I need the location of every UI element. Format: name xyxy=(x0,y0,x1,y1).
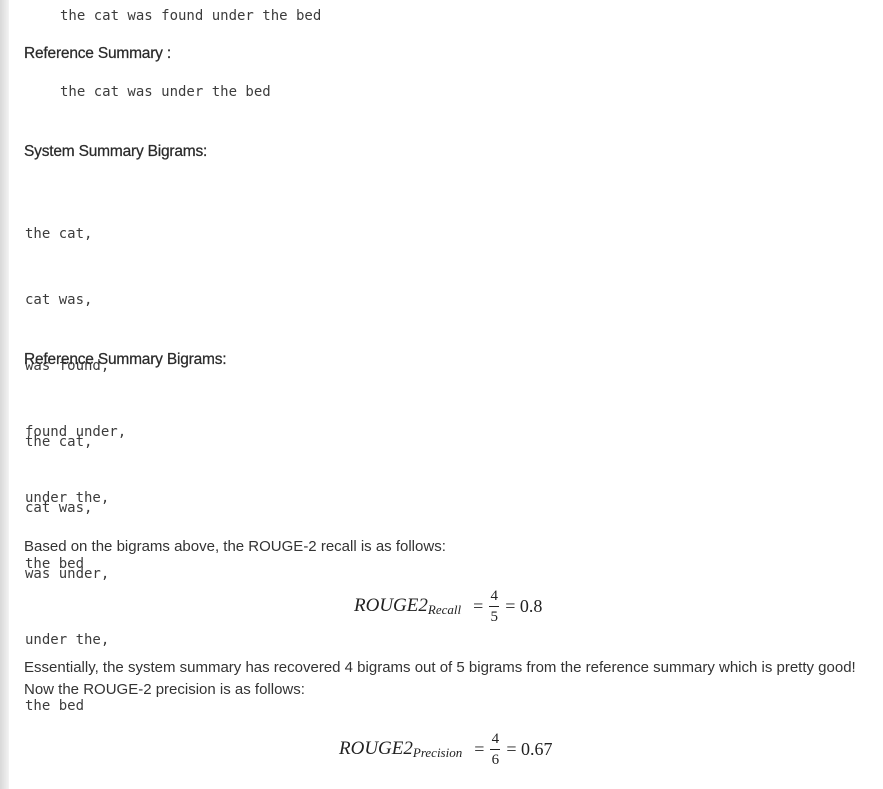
fraction-bar xyxy=(490,748,501,750)
list-item: the cat, xyxy=(25,226,93,242)
list-item: under the, xyxy=(25,632,110,648)
recall-intro-text: Based on the bigrams above, the ROUGE-2 … xyxy=(24,538,446,555)
explanation-line-1: Essentially, the system summary has reco… xyxy=(24,659,856,676)
formula-fraction: 4 5 xyxy=(489,587,500,625)
formula-result: = 0.8 xyxy=(505,595,543,616)
formula-result: = 0.67 xyxy=(506,738,553,759)
formula-equals: = xyxy=(473,595,484,616)
reference-summary-code: the cat was under the bed xyxy=(60,84,271,100)
formula-subscript: Recall xyxy=(427,602,462,617)
reference-bigrams-heading: Reference Summary Bigrams: xyxy=(24,351,227,368)
formula-equals: = xyxy=(474,738,485,759)
reference-summary-heading: Reference Summary : xyxy=(24,45,171,62)
fraction-numerator: 4 xyxy=(491,730,500,747)
system-bigrams-heading: System Summary Bigrams: xyxy=(24,143,208,160)
list-item: cat was, xyxy=(25,500,93,516)
explanation-line-2: Now the ROUGE-2 precision is as follows: xyxy=(24,681,305,698)
fraction-denominator: 6 xyxy=(491,751,500,768)
system-summary-code: the cat was found under the bed xyxy=(60,8,322,24)
precision-formula: ROUGE2 Precision = 4 6 = 0.67 xyxy=(339,727,559,771)
left-edge-shadow xyxy=(0,0,9,789)
recall-formula: ROUGE2 Recall = 4 5 = 0.8 xyxy=(354,584,548,628)
formula-lhs: ROUGE2 xyxy=(354,595,428,616)
fraction-denominator: 5 xyxy=(490,608,499,625)
formula-lhs: ROUGE2 xyxy=(339,738,413,759)
fraction-bar xyxy=(489,605,500,607)
formula-subscript: Precision xyxy=(412,745,463,760)
formula-fraction: 4 6 xyxy=(490,730,501,768)
list-item: cat was, xyxy=(25,292,93,308)
fraction-numerator: 4 xyxy=(490,587,499,604)
list-item: was under, xyxy=(25,566,110,582)
list-item: the cat, xyxy=(25,434,93,450)
